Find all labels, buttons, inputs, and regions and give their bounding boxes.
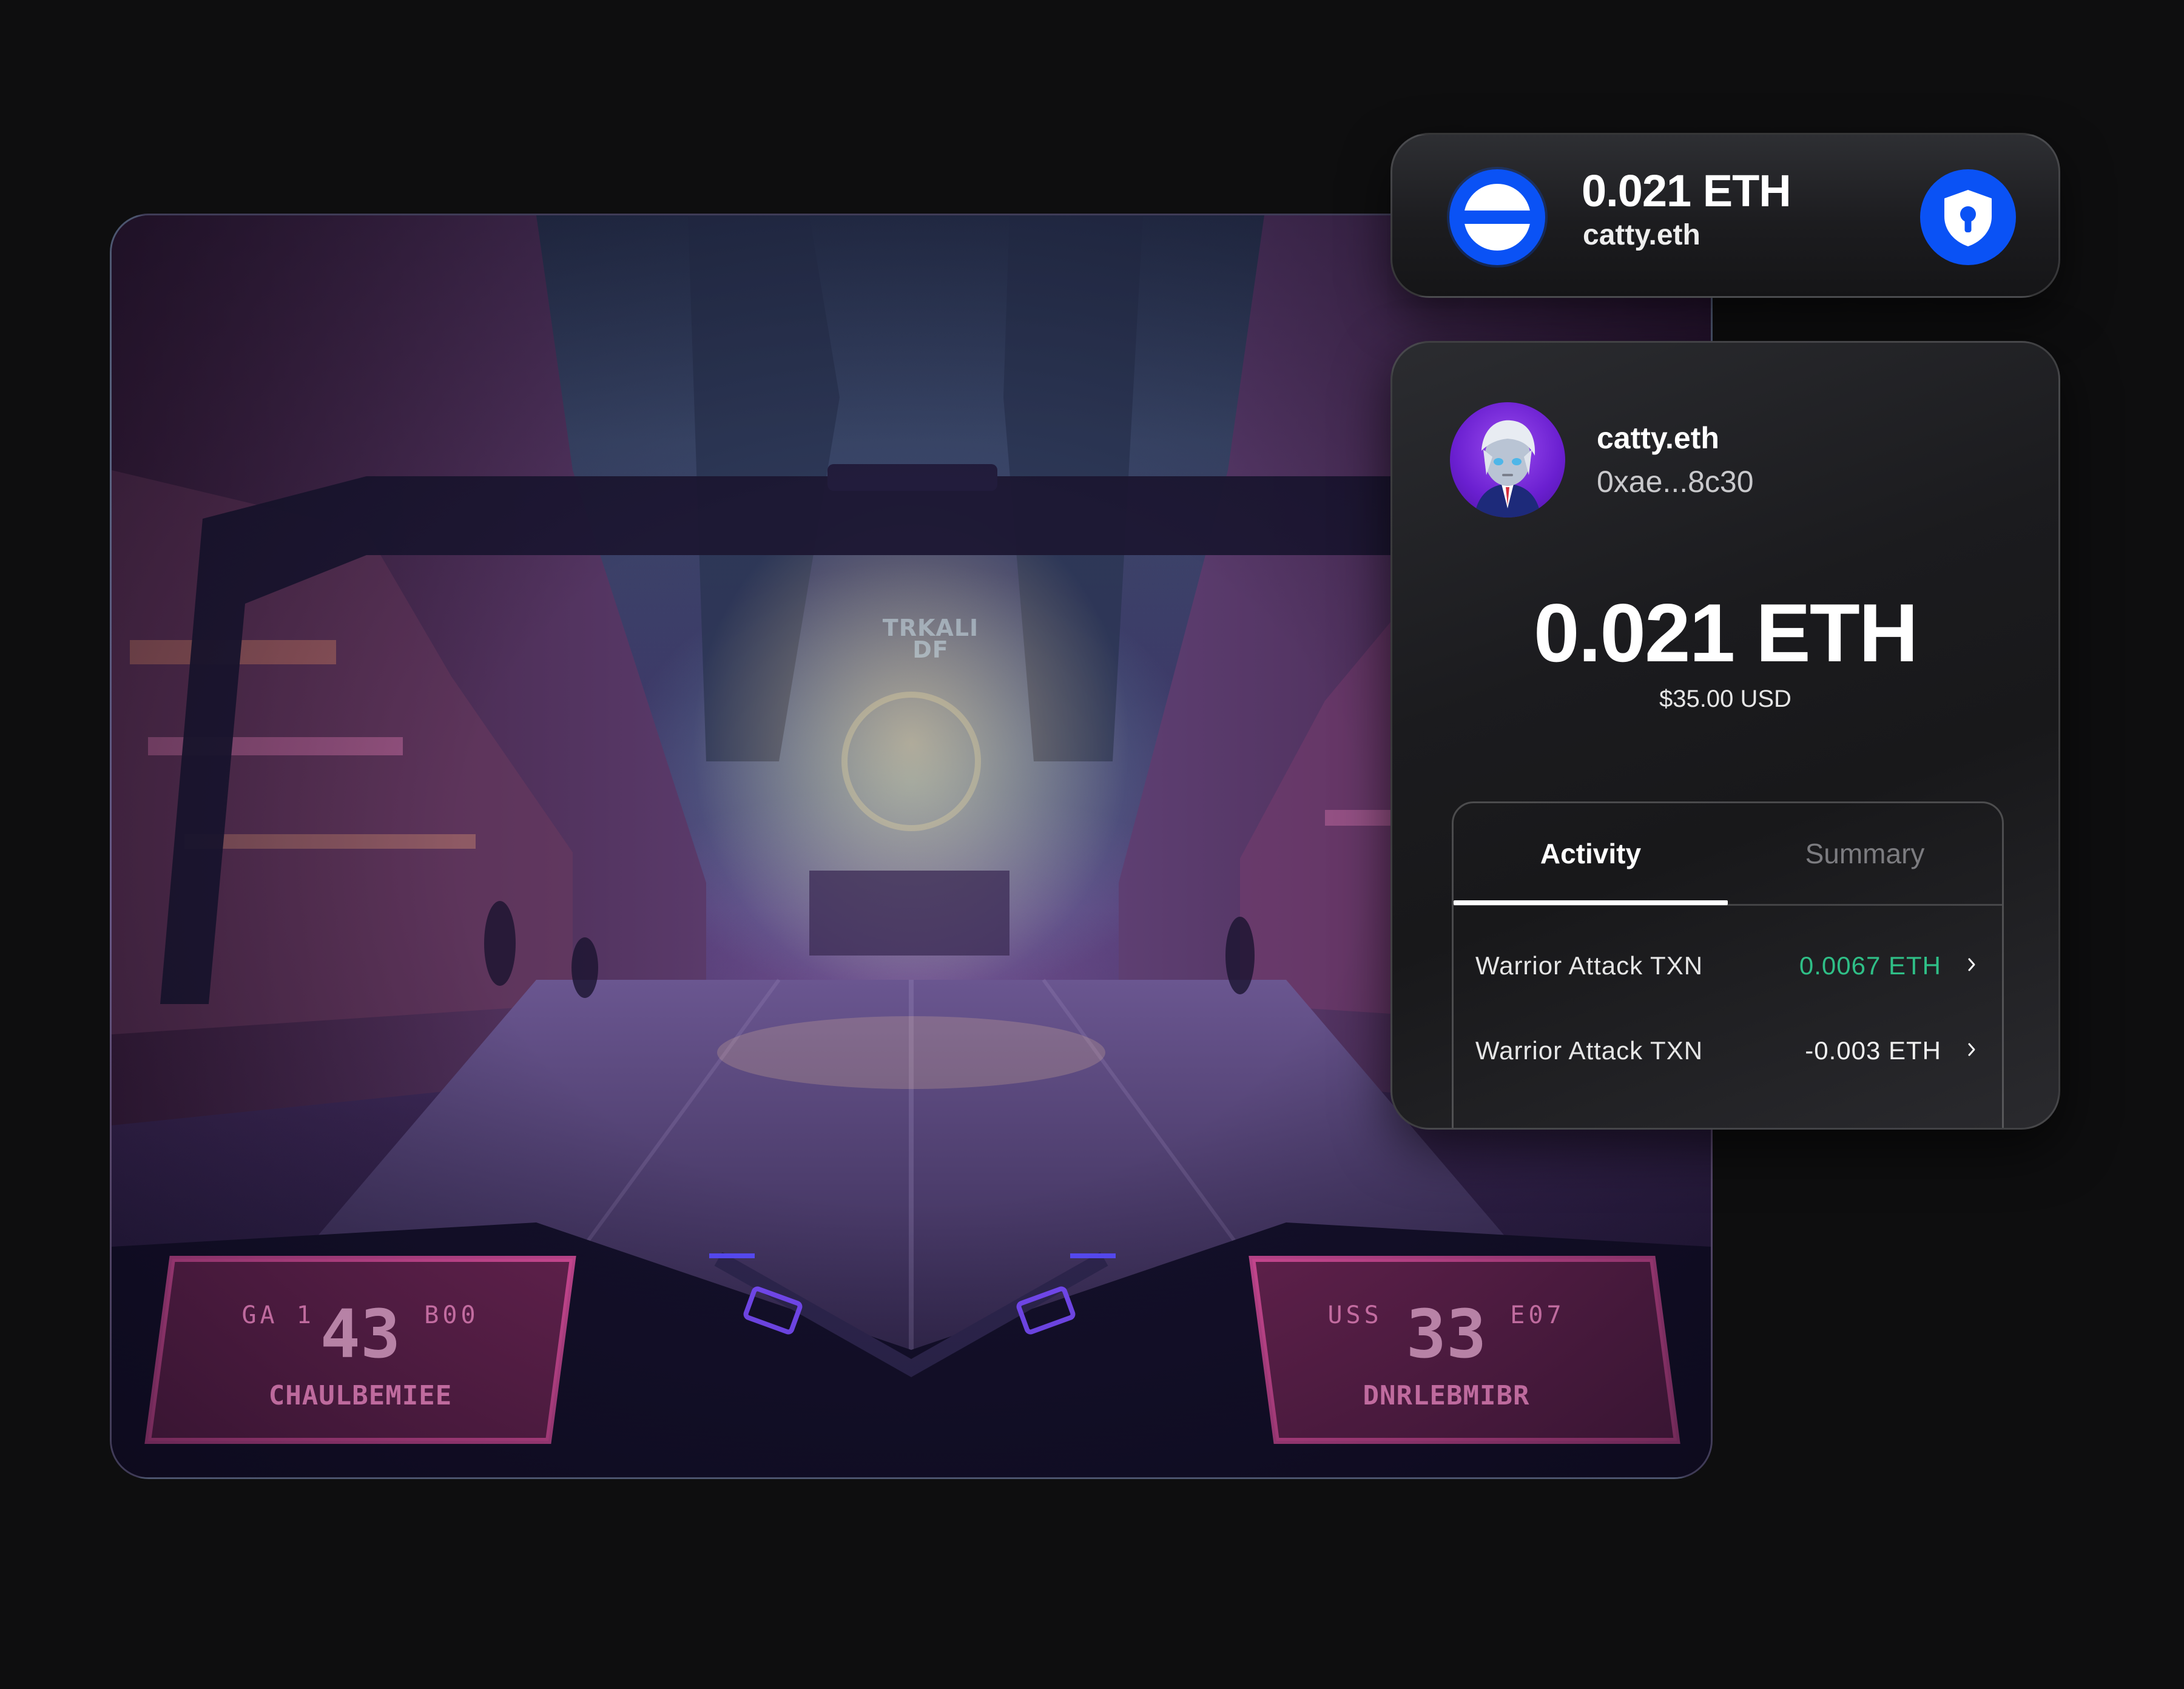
scene-sign-text: TRKALI DF: [882, 615, 979, 663]
shield-keyhole-glyph: [1944, 190, 1992, 246]
hud-right-number: 33: [1406, 1295, 1487, 1373]
avatar-character-illustration: [1474, 420, 1541, 517]
tab-activity[interactable]: Activity: [1454, 803, 1728, 904]
activity-panel: Activity Summary Warrior Attack TXN 0.00…: [1452, 801, 2004, 1128]
tab-summary[interactable]: Summary: [1728, 803, 2002, 904]
transaction-amount: -0.003 ETH: [1805, 1036, 1941, 1065]
scene-left-hud-panel: GA 1 B00 43 CHAULBEMIEE: [166, 1265, 554, 1435]
shield-lock-icon[interactable]: [1920, 169, 2016, 265]
hud-left-bottom: CHAULBEMIEE: [268, 1380, 453, 1411]
tab-bar: Activity Summary: [1454, 803, 2002, 906]
avatar[interactable]: [1450, 402, 1565, 517]
card-balance-usd: $35.00 USD: [1659, 686, 1791, 712]
pill-ens-name: catty.eth: [1583, 219, 1700, 251]
wallet-balance-pill[interactable]: 0.021 ETH catty.eth: [1390, 133, 2060, 298]
hud-left-number: 43: [320, 1295, 401, 1373]
transaction-row[interactable]: Warrior Attack TXN 0.0067 ETH: [1454, 929, 2002, 1002]
transaction-label: Warrior Attack TXN: [1475, 1036, 1704, 1065]
wallet-address[interactable]: 0xae...8c30: [1597, 464, 1754, 499]
transaction-row[interactable]: Warrior Attack TXN -0.003 ETH: [1454, 1014, 2002, 1087]
card-balance-amount: 0.021 ETH: [1533, 587, 1918, 679]
wallet-card: catty.eth 0xae...8c30 0.021 ETH $35.00 U…: [1390, 341, 2060, 1130]
pill-balance-amount: 0.021 ETH: [1582, 166, 1791, 216]
transaction-amount: 0.0067 ETH: [1799, 951, 1941, 980]
hud-right-bottom: DNRLEBMIBR: [1363, 1380, 1530, 1411]
active-tab-indicator: [1454, 900, 1728, 905]
card-ens-name: catty.eth: [1597, 421, 1719, 455]
scene-right-hud-panel: USS E07 33 DNRLEBMIBR: [1252, 1265, 1640, 1435]
chevron-right-icon: [1968, 958, 1975, 971]
transaction-label: Warrior Attack TXN: [1475, 951, 1704, 980]
chevron-right-icon: [1968, 1043, 1975, 1056]
wallet-logo-icon: [1449, 169, 1545, 265]
